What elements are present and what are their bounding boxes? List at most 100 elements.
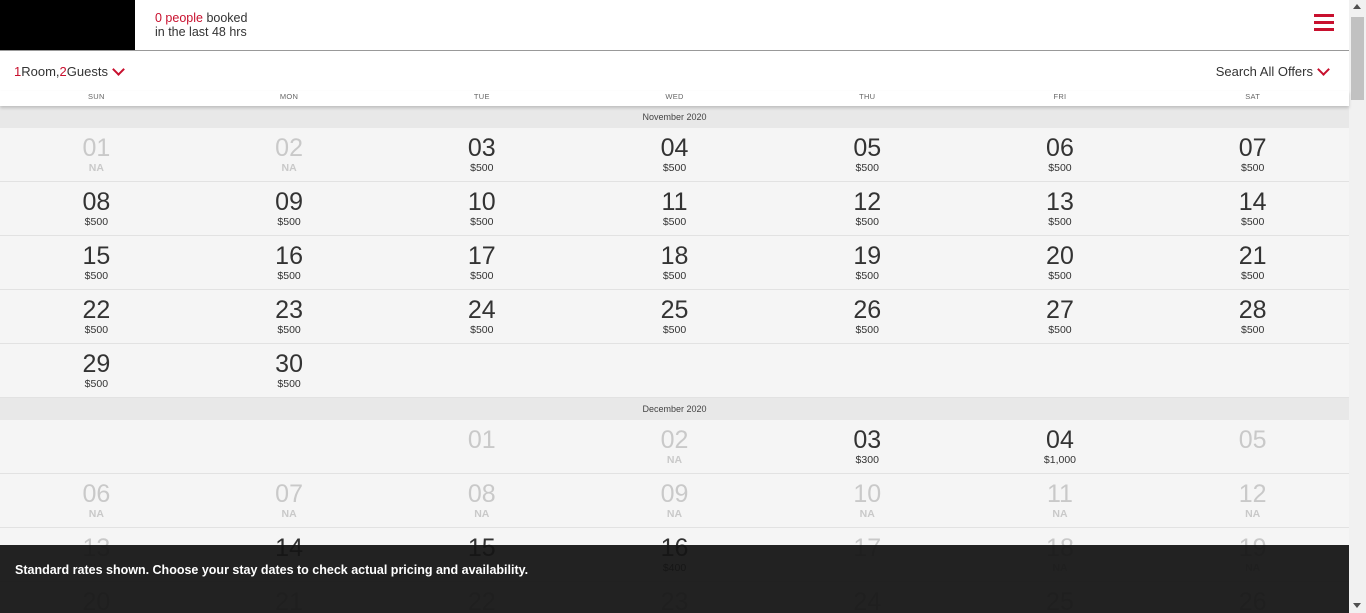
search-all-offers-dropdown[interactable]: Search All Offers <box>1215 62 1330 79</box>
calendar-day-cell[interactable]: 04 $1,000 <box>964 420 1157 473</box>
day-number: 10 <box>467 188 496 216</box>
weekday-label: THU <box>859 92 876 101</box>
calendar-day-cell[interactable]: 21 $500 <box>1156 236 1349 289</box>
day-number: 27 <box>1046 296 1074 324</box>
day-price: $500 <box>277 270 301 282</box>
day-price: $500 <box>277 216 301 228</box>
rate-calendar: November 2020 01 NA 02 NA 03 $500 04 $500 05 $500 0… <box>0 106 1349 613</box>
day-price: $500 <box>855 216 879 228</box>
calendar-day-cell[interactable]: 05 $500 <box>771 128 964 181</box>
calendar-day-cell: 05 <box>1156 420 1349 473</box>
day-number: 09 <box>275 188 303 216</box>
day-price: $500 <box>1048 324 1072 336</box>
calendar-week-row: 01 NA 02 NA 03 $500 04 $500 05 $500 06 $500 07 $500 <box>0 128 1349 182</box>
day-number: 18 <box>660 242 689 270</box>
calendar-empty-cell <box>964 344 1157 397</box>
day-number: 15 <box>82 242 111 270</box>
calendar-day-cell[interactable]: 15 $500 <box>0 236 193 289</box>
day-price: $500 <box>855 162 879 174</box>
hotel-logo[interactable] <box>0 0 135 50</box>
calendar-day-cell: 01 <box>385 420 578 473</box>
day-number: 19 <box>853 242 882 270</box>
day-price: $500 <box>470 162 494 174</box>
calendar-day-cell[interactable]: 17 $500 <box>385 236 578 289</box>
day-number: 07 <box>275 480 303 508</box>
day-price: NA <box>666 454 683 466</box>
scrollbar-thumb[interactable] <box>1351 17 1364 100</box>
calendar-day-cell[interactable]: 18 $500 <box>578 236 771 289</box>
page-scrollbar[interactable] <box>1349 0 1366 613</box>
calendar-day-cell[interactable]: 10 $500 <box>385 182 578 235</box>
guests-label: Guests <box>66 64 108 79</box>
calendar-day-cell[interactable]: 09 $500 <box>193 182 386 235</box>
calendar-day-cell[interactable]: 14 $500 <box>1156 182 1349 235</box>
day-number: 01 <box>82 134 111 162</box>
day-price: $500 <box>470 324 494 336</box>
day-number: 24 <box>467 296 496 324</box>
day-price: NA <box>281 508 297 520</box>
calendar-day-cell: 01 NA <box>0 128 193 181</box>
calendar-day-cell[interactable]: 16 $500 <box>193 236 386 289</box>
calendar-day-cell: 09 NA <box>578 474 771 527</box>
day-number: 12 <box>853 188 882 216</box>
day-price: $500 <box>470 216 494 228</box>
day-number: 08 <box>82 188 111 216</box>
weekday-label: SUN <box>87 92 105 101</box>
day-price: NA <box>1052 508 1068 520</box>
calendar-empty-cell <box>193 420 386 473</box>
day-price: $500 <box>84 270 109 282</box>
chevron-down-icon <box>112 62 125 76</box>
calendar-day-cell[interactable]: 24 $500 <box>385 290 578 343</box>
calendar-day-cell: 11 NA <box>964 474 1157 527</box>
weekday-label: WED <box>665 92 684 101</box>
chevron-down-icon <box>1317 62 1330 76</box>
weekday-label: TUE <box>473 92 490 101</box>
booking-activity-line1: 0 people booked <box>155 11 247 25</box>
day-price: $500 <box>662 216 687 228</box>
calendar-day-cell[interactable]: 22 $500 <box>0 290 193 343</box>
day-price: $500 <box>1240 270 1265 282</box>
day-number: 08 <box>467 480 496 508</box>
calendar-day-cell: 07 NA <box>193 474 386 527</box>
calendar-day-cell[interactable]: 28 $500 <box>1156 290 1349 343</box>
calendar-day-cell: 02 NA <box>193 128 386 181</box>
calendar-day-cell[interactable]: 12 $500 <box>771 182 964 235</box>
calendar-day-cell[interactable]: 23 $500 <box>193 290 386 343</box>
calendar-day-cell[interactable]: 04 $500 <box>578 128 771 181</box>
day-number: 06 <box>1046 134 1074 162</box>
scroll-up-arrow-icon[interactable] <box>1353 4 1361 9</box>
calendar-day-cell[interactable]: 07 $500 <box>1156 128 1349 181</box>
day-price: $500 <box>1240 324 1265 336</box>
day-number: 22 <box>82 296 111 324</box>
booked-count: 0 people <box>155 11 203 25</box>
day-number: 29 <box>82 350 111 378</box>
calendar-day-cell[interactable]: 03 $300 <box>771 420 964 473</box>
day-number: 01 <box>467 426 496 454</box>
calendar-day-cell[interactable]: 06 $500 <box>964 128 1157 181</box>
day-price: NA <box>281 162 297 174</box>
calendar-day-cell[interactable]: 03 $500 <box>385 128 578 181</box>
calendar-day-cell: 06 NA <box>0 474 193 527</box>
calendar-day-cell[interactable]: 11 $500 <box>578 182 771 235</box>
day-price: $500 <box>662 270 687 282</box>
month-header: December 2020 <box>0 398 1349 420</box>
calendar-day-cell[interactable]: 25 $500 <box>578 290 771 343</box>
day-price: $500 <box>84 216 109 228</box>
search-offers-label: Search All Offers <box>1215 64 1313 79</box>
calendar-empty-cell <box>0 420 193 473</box>
calendar-day-cell[interactable]: 08 $500 <box>0 182 193 235</box>
calendar-day-cell[interactable]: 29 $500 <box>0 344 193 397</box>
calendar-day-cell[interactable]: 19 $500 <box>771 236 964 289</box>
weekday-label: MON <box>279 92 299 101</box>
scroll-down-arrow-icon[interactable] <box>1353 603 1361 608</box>
booking-activity-line2: in the last 48 hrs <box>155 25 247 39</box>
calendar-day-cell[interactable]: 26 $500 <box>771 290 964 343</box>
rooms-guests-selector[interactable]: 1 Room, 2 Guests <box>14 62 125 79</box>
day-price: $500 <box>84 324 109 336</box>
calendar-day-cell[interactable]: 27 $500 <box>964 290 1157 343</box>
rates-notice-bar: Standard rates shown. Choose your stay d… <box>0 545 1349 613</box>
hamburger-menu-icon[interactable] <box>1314 14 1334 32</box>
calendar-day-cell[interactable]: 30 $500 <box>193 344 386 397</box>
calendar-day-cell[interactable]: 20 $500 <box>964 236 1157 289</box>
calendar-day-cell[interactable]: 13 $500 <box>964 182 1157 235</box>
